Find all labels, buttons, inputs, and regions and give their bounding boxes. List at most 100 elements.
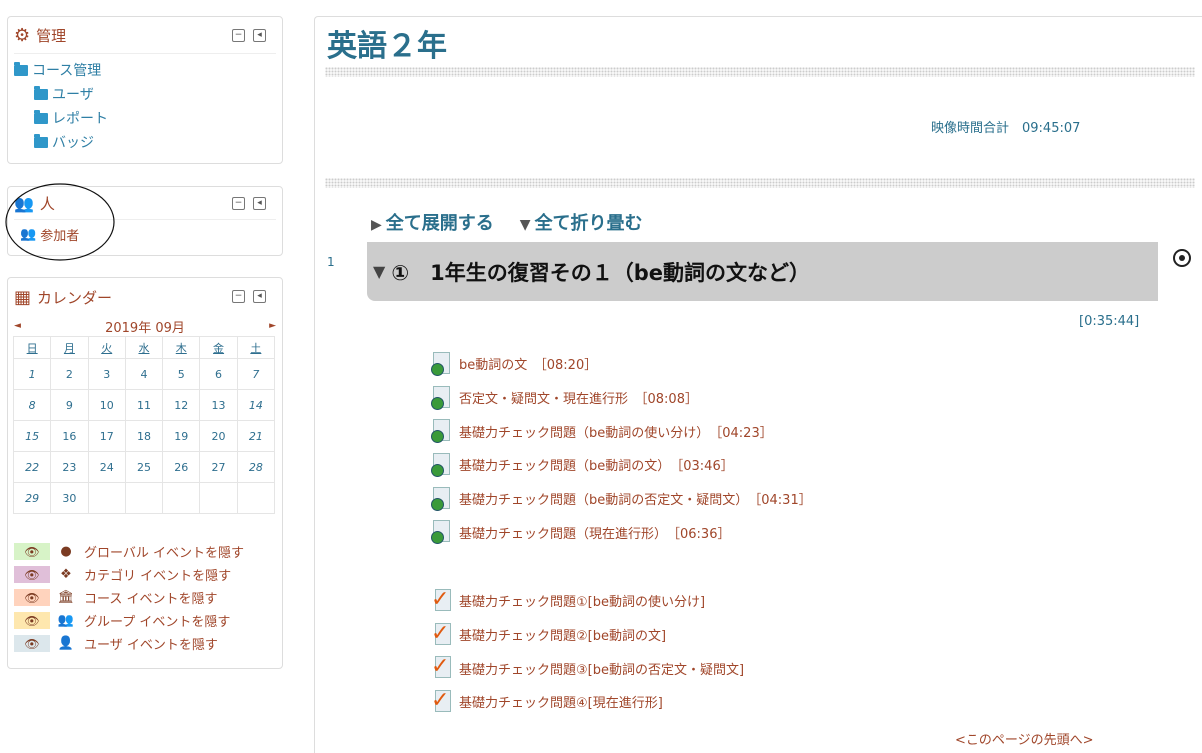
dock-icon[interactable]: ◂ (253, 197, 266, 210)
quiz-activity-label[interactable]: 基礎力チェック問題③[be動詞の否定文・疑問文] (459, 659, 744, 678)
section-toggle-icon[interactable]: ▼ (373, 262, 385, 281)
calendar-day[interactable]: 22 (12, 451, 52, 483)
page-globe-icon (431, 385, 451, 410)
calendar-day[interactable]: 15 (12, 420, 52, 452)
quiz-activity[interactable]: ✓ 基礎力チェック問題①[be動詞の使い分け] (431, 584, 744, 618)
admin-item-label[interactable]: ユーザ (52, 84, 94, 104)
quiz-activity[interactable]: ✓ 基礎力チェック問題③[be動詞の否定文・疑問文] (431, 651, 744, 685)
legend-label[interactable]: カテゴリ イベントを隠す (84, 565, 231, 584)
calendar-day[interactable]: 1 (12, 358, 52, 390)
calendar-day[interactable]: 6 (199, 358, 238, 390)
calendar-day[interactable]: 2 (50, 358, 89, 390)
back-to-top-link[interactable]: <このページの先頭へ> (955, 729, 1094, 748)
page-activity-label[interactable]: 基礎力チェック問題（be動詞の使い分け） ［04:23］ (459, 422, 773, 441)
page-activity[interactable]: 基礎力チェック問題（be動詞の文） ［03:46］ (431, 448, 812, 482)
course-admin-item[interactable]: コース管理 (14, 58, 276, 82)
legend-label[interactable]: コース イベントを隠す (84, 588, 217, 607)
dotted-divider (325, 67, 1195, 77)
calendar-day[interactable]: 14 (236, 389, 276, 421)
total-video-time: 映像時間合計 09:45:07 (931, 121, 1081, 136)
admin-item-reports[interactable]: レポート (14, 106, 276, 130)
legend-item[interactable]: 👁 🏛 コース イベントを隠す (14, 586, 276, 609)
calendar-month[interactable]: 2019年 09月 (105, 317, 185, 336)
legend-item[interactable]: 👁 ❖ カテゴリ イベントを隠す (14, 563, 276, 586)
legend-item[interactable]: 👁 ● グローバル イベントを隠す (14, 540, 276, 563)
dock-icon[interactable]: ◂ (253, 29, 266, 42)
admin-item-label[interactable]: レポート (52, 108, 108, 128)
page-activity[interactable]: 否定文・疑問文・現在進行形 ［08:08］ (431, 381, 812, 415)
admin-item-users[interactable]: ユーザ (14, 82, 276, 106)
calendar-day[interactable]: 17 (87, 420, 126, 452)
page-activity[interactable]: 基礎力チェック問題（be動詞の使い分け） ［04:23］ (431, 414, 812, 448)
calendar-day[interactable]: 26 (162, 451, 201, 483)
eye-icon[interactable]: 👁 (14, 589, 50, 606)
course-admin-link[interactable]: コース管理 (32, 60, 101, 80)
collapse-all-button[interactable]: ▼ 全て折り畳む (520, 209, 643, 235)
calendar-day[interactable]: 23 (50, 451, 89, 483)
page-activity-label[interactable]: 基礎力チェック問題（be動詞の否定文・疑問文） ［04:31］ (459, 489, 812, 508)
quiz-activity-label[interactable]: 基礎力チェック問題④[現在進行形] (459, 692, 663, 711)
dock-icon[interactable]: ◂ (253, 290, 266, 303)
calendar-day[interactable]: 24 (87, 451, 126, 483)
page-activity[interactable]: be動詞の文 ［08:20］ (431, 347, 812, 381)
page-activity[interactable]: 基礎力チェック問題（be動詞の否定文・疑問文） ［04:31］ (431, 482, 812, 516)
calendar-day[interactable]: 29 (12, 482, 52, 514)
quiz-activity-list: ✓ 基礎力チェック問題①[be動詞の使い分け] ✓ 基礎力チェック問題②[be動詞の文… (431, 584, 744, 719)
admin-item-badges[interactable]: バッジ (14, 130, 276, 154)
calendar-day[interactable]: 16 (50, 420, 89, 452)
page-activity-label[interactable]: 否定文・疑問文・現在進行形 ［08:08］ (459, 388, 698, 407)
collapse-icon[interactable]: − (232, 29, 245, 42)
admin-item-label[interactable]: バッジ (52, 132, 94, 152)
quiz-activity[interactable]: ✓ 基礎力チェック問題②[be動詞の文] (431, 618, 744, 652)
calendar-day[interactable]: 3 (87, 358, 126, 390)
calendar-day[interactable]: 19 (162, 420, 201, 452)
legend-label[interactable]: ユーザ イベントを隠す (84, 634, 218, 653)
weekday-header: 金 (199, 336, 238, 359)
highlight-target-icon[interactable] (1173, 249, 1191, 267)
eye-icon[interactable]: 👁 (14, 566, 50, 583)
legend-item[interactable]: 👁 👤 ユーザ イベントを隠す (14, 632, 276, 655)
calendar-day[interactable]: 12 (162, 389, 201, 421)
calendar-day[interactable]: 8 (12, 389, 52, 421)
calendar-day[interactable]: 20 (199, 420, 238, 452)
calendar-day[interactable]: 30 (50, 482, 89, 514)
quiz-activity-label[interactable]: 基礎力チェック問題②[be動詞の文] (459, 625, 666, 644)
eye-icon[interactable]: 👁 (14, 612, 50, 629)
calendar-day[interactable]: 21 (236, 420, 276, 452)
quiz-activity-label[interactable]: 基礎力チェック問題①[be動詞の使い分け] (459, 591, 705, 610)
page-globe-icon (431, 486, 451, 511)
category-icon: ❖ (60, 567, 72, 582)
calendar-day[interactable]: 10 (87, 389, 126, 421)
prev-month-icon[interactable]: ◄ (14, 321, 21, 331)
collapse-icon[interactable]: − (232, 290, 245, 303)
expand-all-button[interactable]: ▶ 全て展開する (371, 209, 494, 235)
page-activity-label[interactable]: 基礎力チェック問題（現在進行形） ［06:36］ (459, 523, 730, 542)
page-activity-label[interactable]: 基礎力チェック問題（be動詞の文） ［03:46］ (459, 455, 734, 474)
calendar-day[interactable]: 18 (124, 420, 164, 452)
section-header[interactable]: ▼ ① 1年生の復習その１（be動詞の文など） (367, 242, 1158, 301)
collapse-icon[interactable]: − (232, 197, 245, 210)
quiz-activity[interactable]: ✓ 基礎力チェック問題④[現在進行形] (431, 685, 744, 719)
legend-label[interactable]: グループ イベントを隠す (84, 611, 230, 630)
course-title: 英語２年 (327, 29, 447, 64)
calendar-day[interactable]: 25 (124, 451, 164, 483)
calendar-day[interactable]: 9 (50, 389, 89, 421)
calendar-day[interactable]: 13 (199, 389, 238, 421)
legend-label[interactable]: グローバル イベントを隠す (84, 542, 244, 561)
eye-icon[interactable]: 👁 (14, 543, 50, 560)
admin-block-header: ⚙ 管理 − ◂ (8, 17, 282, 53)
next-month-icon[interactable]: ► (269, 321, 276, 331)
calendar-day[interactable]: 28 (236, 451, 276, 483)
calendar-block-header: ▦ カレンダー − ◂ (8, 278, 282, 316)
legend-item[interactable]: 👁 👥 グループ イベントを隠す (14, 609, 276, 632)
expand-all-label: 全て展開する (385, 213, 494, 234)
calendar-day[interactable]: 11 (124, 389, 164, 421)
page-activity-label[interactable]: be動詞の文 ［08:20］ (459, 354, 597, 373)
calendar-day[interactable]: 5 (162, 358, 201, 390)
calendar-day[interactable]: 27 (199, 451, 238, 483)
page-globe-icon (431, 520, 451, 545)
calendar-day[interactable]: 7 (236, 358, 276, 390)
eye-icon[interactable]: 👁 (14, 635, 50, 652)
page-activity[interactable]: 基礎力チェック問題（現在進行形） ［06:36］ (431, 515, 812, 549)
calendar-day[interactable]: 4 (124, 358, 164, 390)
